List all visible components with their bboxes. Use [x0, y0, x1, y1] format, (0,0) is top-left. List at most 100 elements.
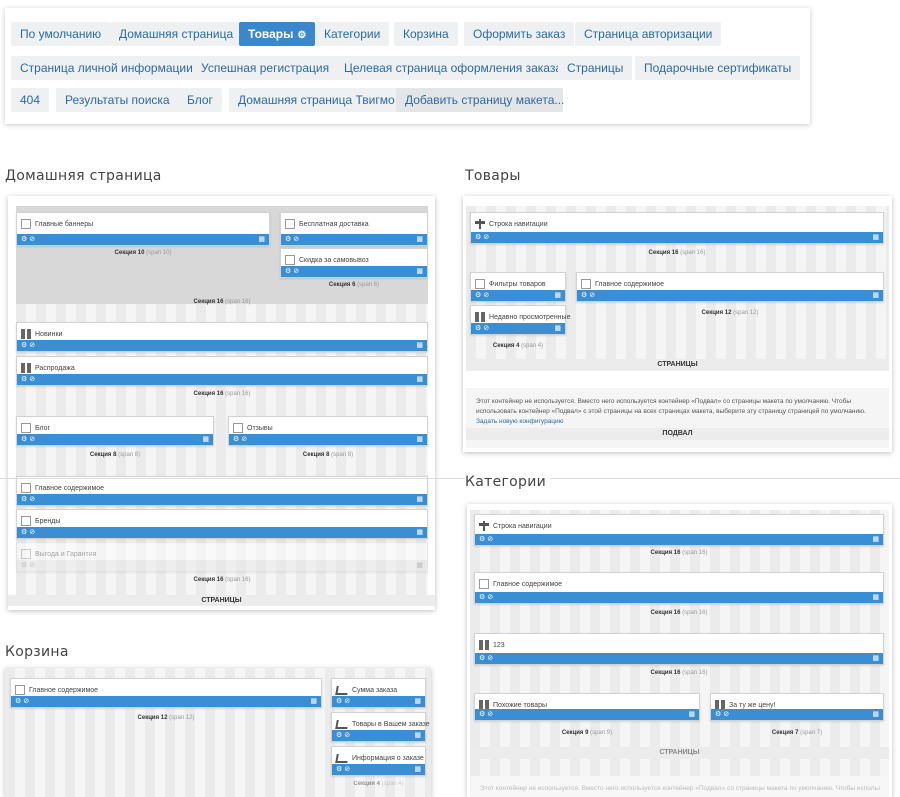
module-breadcrumbs[interactable]: Строка навигации ⚙ ⊘ ▦ [470, 212, 884, 244]
footer-unused-note: Этот контейнер не используется. Вместо н… [480, 785, 880, 792]
module-settings-icon[interactable]: ⚙ ⊘ [479, 594, 493, 601]
module-product-filters[interactable]: Фильтры товаров ⚙ ⊘ ▦ [470, 272, 566, 302]
module-menu-icon[interactable]: ▦ [872, 709, 879, 720]
module-icon [15, 685, 25, 695]
module-menu-icon[interactable]: ▦ [414, 696, 421, 707]
module-blog[interactable]: Блог ⚙ ⊘ ▦ [16, 416, 214, 446]
module-menu-icon[interactable]: ▦ [416, 266, 423, 277]
module-settings-icon[interactable]: ⚙ ⊘ [285, 268, 299, 275]
module-menu-icon[interactable]: ▦ [872, 290, 879, 301]
module-menu-icon[interactable]: ▦ [416, 374, 423, 385]
module-benefits-disabled[interactable]: Выгода и Гарантия ⚙ ⊘ ▦ [16, 542, 428, 572]
module-settings-icon[interactable]: ⚙ ⊘ [336, 698, 350, 705]
tab-categories[interactable]: Категории [315, 22, 390, 46]
module-label: Строка навигации [489, 220, 548, 228]
module-settings-icon[interactable]: ⚙ ⊘ [715, 711, 729, 718]
module-menu-icon[interactable]: ▦ [872, 592, 879, 603]
cart-icon [335, 685, 349, 695]
module-123[interactable]: 123 ⚙ ⊘ ▦ [474, 633, 884, 665]
section-label: Секция 4 (span 4) [353, 781, 404, 787]
tab-cart[interactable]: Корзина [394, 22, 458, 46]
tab-products[interactable]: Товары ⚙ [239, 22, 316, 48]
module-order-info[interactable]: Информация о заказе ⚙ ⊘ ▦ [331, 746, 426, 776]
module-menu-icon[interactable]: ▦ [872, 232, 879, 243]
module-menu-icon[interactable]: ▦ [416, 527, 423, 538]
gear-icon[interactable]: ⚙ [297, 24, 306, 48]
module-order-sum[interactable]: Сумма заказа ⚙ ⊘ ▦ [331, 678, 426, 708]
module-settings-icon[interactable]: ⚙ ⊘ [21, 376, 35, 383]
module-menu-icon[interactable]: ▦ [554, 323, 561, 334]
module-menu-icon[interactable]: ▦ [872, 534, 879, 545]
module-menu-icon[interactable]: ▦ [310, 696, 317, 707]
module-settings-icon[interactable]: ⚙ ⊘ [233, 436, 247, 443]
module-menu-icon[interactable]: ▦ [416, 234, 423, 245]
module-label: Сумма заказа [352, 686, 398, 694]
module-sale[interactable]: Распродажа ⚙ ⊘ ▦ [16, 356, 428, 386]
section-label: Секция 7 (span 7) [771, 730, 823, 736]
module-menu-icon[interactable]: ▦ [872, 653, 879, 664]
module-free-delivery[interactable]: Бесплатная доставка ⚙ ⊘ ▦ [280, 212, 428, 246]
module-main-content[interactable]: Главное содержимое ⚙ ⊘ ▦ [10, 678, 322, 708]
module-menu-icon[interactable]: ▦ [414, 764, 421, 775]
module-main-content[interactable]: Главное содержимое ⚙ ⊘ ▦ [16, 476, 428, 506]
module-menu-icon[interactable]: ▦ [416, 340, 423, 351]
module-recently-viewed[interactable]: Недавно просмотренные ⚙ ⊘ ▦ [470, 305, 570, 335]
module-menu-icon[interactable]: ▦ [416, 434, 423, 445]
module-menu-icon[interactable]: ▦ [416, 494, 423, 505]
module-order-items[interactable]: Товары в Вашем заказе ⚙ ⊘ ▦ [331, 712, 430, 742]
module-settings-icon[interactable]: ⚙ ⊘ [479, 655, 493, 662]
tab-checkout-landing[interactable]: Целевая страница оформления заказа [335, 56, 572, 80]
module-menu-icon[interactable]: ▦ [416, 560, 423, 571]
tab-404[interactable]: 404 [11, 88, 50, 112]
module-same-price[interactable]: За ту же цену! ⚙ ⊘ ▦ [710, 693, 884, 721]
set-new-configuration-link[interactable]: Задать новую конфигурацию [476, 418, 564, 425]
module-new-items[interactable]: Новинки ⚙ ⊘ ▦ [16, 322, 428, 352]
module-icon [475, 279, 485, 289]
tab-login[interactable]: Страница авторизации [575, 22, 722, 46]
tab-default[interactable]: По умолчанию [11, 22, 111, 46]
module-settings-icon[interactable]: ⚙ ⊘ [21, 496, 35, 503]
module-menu-icon[interactable]: ▦ [688, 709, 695, 720]
module-settings-icon[interactable]: ⚙ ⊘ [336, 732, 350, 739]
add-layout-page-button[interactable]: Добавить страницу макета... [396, 88, 564, 112]
tab-pages[interactable]: Страницы [558, 56, 633, 80]
module-similar-products[interactable]: Похожие товары ⚙ ⊘ ▦ [474, 693, 700, 721]
module-settings-icon[interactable]: ⚙ ⊘ [21, 342, 35, 349]
module-breadcrumbs[interactable]: Строка навигации ⚙ ⊘ ▦ [474, 514, 884, 546]
module-reviews[interactable]: Отзывы ⚙ ⊘ ▦ [228, 416, 428, 446]
module-settings-icon[interactable]: ⚙ ⊘ [336, 766, 350, 773]
module-main-banners[interactable]: Главные баннеры ⚙ ⊘ ▦ [16, 212, 270, 246]
module-brands[interactable]: Бренды ⚙ ⊘ ▦ [16, 509, 428, 539]
module-settings-icon[interactable]: ⚙ ⊘ [475, 234, 489, 241]
module-label: Недавно просмотренные [489, 313, 571, 321]
module-settings-icon[interactable]: ⚙ ⊘ [15, 698, 29, 705]
module-settings-icon[interactable]: ⚙ ⊘ [479, 711, 493, 718]
module-menu-icon[interactable]: ▦ [554, 290, 561, 301]
module-menu-icon[interactable]: ▦ [414, 730, 421, 741]
tab-profile[interactable]: Страница личной информации [11, 56, 202, 80]
tab-gift-certificates[interactable]: Подарочные сертификаты [635, 56, 801, 80]
module-label: Информация о заказе [352, 754, 424, 762]
module-settings-icon[interactable]: ⚙ ⊘ [21, 562, 35, 569]
tab-checkout[interactable]: Оформить заказ [464, 22, 575, 46]
module-icon [581, 279, 591, 289]
tab-home[interactable]: Домашняя страница [110, 22, 243, 46]
tab-registration-success[interactable]: Успешная регистрация [192, 56, 339, 80]
module-settings-icon[interactable]: ⚙ ⊘ [475, 325, 489, 332]
module-pickup-discount[interactable]: Скидка за самовывоз ⚙ ⊘ ▦ [280, 248, 428, 278]
module-settings-icon[interactable]: ⚙ ⊘ [21, 436, 35, 443]
module-settings-icon[interactable]: ⚙ ⊘ [285, 236, 299, 243]
module-settings-icon[interactable]: ⚙ ⊘ [475, 292, 489, 299]
module-settings-icon[interactable]: ⚙ ⊘ [581, 292, 595, 299]
section-label: Секция 16 (span 16) [650, 550, 708, 556]
module-main-content[interactable]: Главное содержимое ⚙ ⊘ ▦ [576, 272, 884, 302]
module-menu-icon[interactable]: ▦ [258, 234, 265, 245]
module-settings-icon[interactable]: ⚙ ⊘ [21, 236, 35, 243]
module-menu-icon[interactable]: ▦ [202, 434, 209, 445]
module-settings-icon[interactable]: ⚙ ⊘ [21, 529, 35, 536]
module-settings-icon[interactable]: ⚙ ⊘ [479, 536, 493, 543]
tab-search-results[interactable]: Результаты поиска [56, 88, 179, 112]
tab-blog[interactable]: Блог [178, 88, 222, 112]
tab-twigmo-home[interactable]: Домашняя страница Твигмо [229, 88, 404, 112]
module-main-content[interactable]: Главное содержимое ⚙ ⊘ ▦ [474, 572, 884, 604]
